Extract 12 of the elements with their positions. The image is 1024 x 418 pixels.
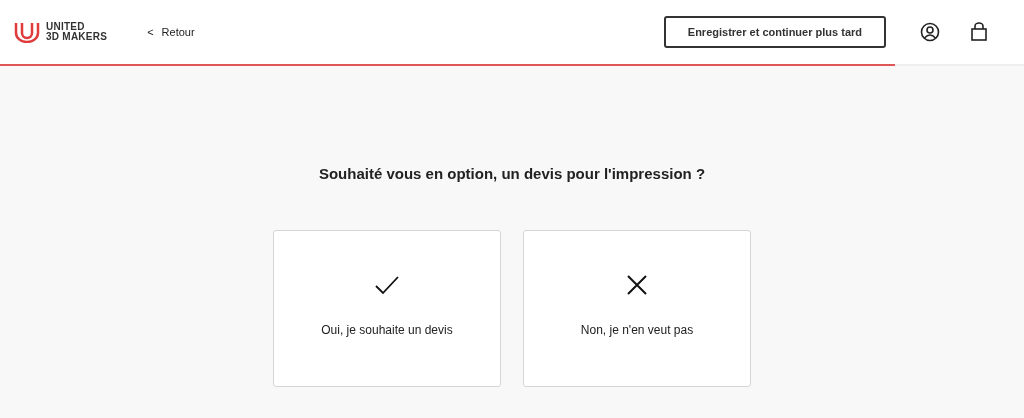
bag-icon[interactable] [970, 22, 988, 42]
option-card[interactable]: Non, je n'en veut pas [523, 229, 751, 387]
close-icon [626, 273, 648, 296]
logo-icon [14, 21, 40, 43]
logo-text: 3D MAKERS [46, 32, 108, 42]
user-icon[interactable] [920, 22, 940, 42]
back-link[interactable]: < Retour [147, 23, 195, 41]
logo-text: UNITED [46, 22, 86, 32]
check-icon [374, 274, 400, 295]
option-card[interactable]: Oui, je souhaite un devis [273, 229, 501, 387]
save-later-button[interactable]: Enregistrer et continuer plus tard [663, 16, 886, 48]
question-title: Souhaité vous en option, un devis pour l'impression ? [318, 164, 706, 184]
